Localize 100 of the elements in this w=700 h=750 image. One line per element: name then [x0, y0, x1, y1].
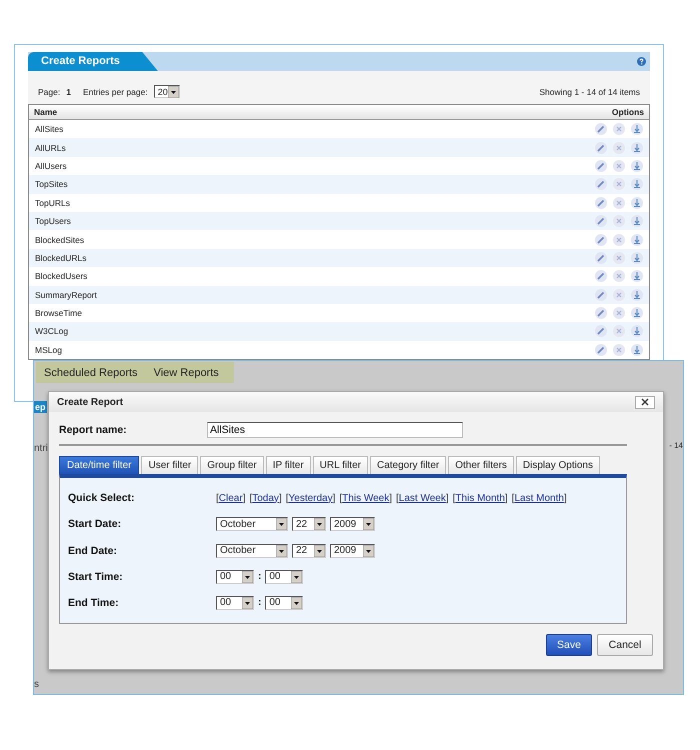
report-name[interactable]: AllURLs: [35, 142, 66, 153]
delete-icon[interactable]: [613, 160, 625, 172]
download-icon[interactable]: [631, 142, 643, 154]
delete-icon[interactable]: [613, 307, 625, 320]
help-icon[interactable]: [637, 57, 646, 66]
report-name[interactable]: TopSites: [35, 179, 68, 190]
close-icon[interactable]: [641, 398, 649, 406]
dropdown-arrow-icon[interactable]: [168, 86, 179, 98]
edit-icon[interactable]: [595, 178, 607, 190]
filter-tab[interactable]: User filter: [141, 456, 198, 474]
report-name[interactable]: TopUsers: [35, 216, 71, 226]
report-name[interactable]: SummaryReport: [35, 290, 97, 300]
filter-tab[interactable]: Display Options: [516, 456, 600, 474]
dropdown-arrow-icon[interactable]: [276, 544, 287, 556]
download-icon[interactable]: [631, 215, 643, 228]
quick-select-link[interactable]: [Yesterday]: [286, 492, 336, 504]
delete-icon[interactable]: [613, 234, 625, 246]
report-name-field[interactable]: AllSites: [207, 422, 463, 438]
dropdown-arrow-icon[interactable]: [242, 596, 253, 609]
delete-icon[interactable]: [613, 270, 625, 282]
edit-icon[interactable]: [595, 270, 607, 282]
download-icon[interactable]: [631, 307, 643, 320]
filter-tab[interactable]: Other filters: [448, 456, 514, 474]
download-icon[interactable]: [631, 288, 643, 301]
nav-tab[interactable]: Scheduled Reports: [36, 366, 146, 378]
report-name[interactable]: W3CLog: [35, 326, 68, 336]
filter-tab[interactable]: URL filter: [312, 456, 368, 474]
report-name[interactable]: AllUsers: [35, 160, 67, 171]
delete-icon[interactable]: [613, 344, 625, 356]
edit-icon[interactable]: [595, 142, 607, 154]
quick-select-link[interactable]: [This Month]: [452, 492, 508, 504]
date-select[interactable]: 2009: [330, 544, 375, 558]
download-icon[interactable]: [631, 196, 643, 209]
dropdown-arrow-icon[interactable]: [363, 518, 374, 530]
dropdown-arrow-icon[interactable]: [291, 596, 302, 609]
entries-select[interactable]: 20: [154, 85, 180, 98]
delete-icon[interactable]: [613, 178, 625, 190]
dropdown-arrow-icon[interactable]: [291, 570, 302, 583]
time-select[interactable]: 00: [216, 596, 254, 610]
download-icon[interactable]: [631, 123, 643, 136]
delete-icon[interactable]: [613, 123, 625, 136]
quick-select-link[interactable]: [Last Month]: [512, 492, 567, 504]
dropdown-arrow-icon[interactable]: [314, 544, 325, 556]
close-button[interactable]: [635, 396, 655, 408]
edit-icon[interactable]: [595, 325, 607, 338]
nav-tab[interactable]: View Reports: [146, 366, 227, 378]
time-select[interactable]: 00: [265, 596, 304, 610]
date-select[interactable]: October: [216, 544, 288, 558]
filter-tab[interactable]: Date/time filter: [59, 456, 140, 474]
download-icon[interactable]: [631, 252, 643, 264]
delete-icon[interactable]: [613, 196, 625, 209]
text-fragment: - 14: [669, 441, 683, 450]
report-name[interactable]: BrowseTime: [35, 308, 82, 318]
dropdown-arrow-icon[interactable]: [276, 518, 287, 530]
download-icon[interactable]: [631, 325, 643, 338]
edit-icon[interactable]: [595, 288, 607, 301]
time-separator: :: [258, 571, 262, 582]
report-name[interactable]: BlockedSites: [35, 234, 84, 245]
delete-icon[interactable]: [613, 142, 625, 154]
dropdown-arrow-icon[interactable]: [242, 570, 253, 583]
time-select[interactable]: 00: [216, 570, 254, 584]
download-icon[interactable]: [631, 160, 643, 172]
filter-tab[interactable]: Category filter: [370, 456, 446, 474]
dialog-button[interactable]: Cancel: [597, 634, 653, 656]
report-name[interactable]: TopURLs: [35, 198, 70, 208]
download-icon[interactable]: [631, 178, 643, 190]
report-name[interactable]: MSLog: [35, 344, 62, 355]
quick-select-link[interactable]: [Clear]: [216, 492, 246, 504]
delete-icon[interactable]: [613, 252, 625, 264]
edit-icon[interactable]: [595, 307, 607, 320]
date-select[interactable]: 22: [292, 544, 326, 558]
delete-icon[interactable]: [613, 215, 625, 228]
edit-icon[interactable]: [595, 123, 607, 136]
filter-tab[interactable]: IP filter: [266, 456, 311, 474]
dialog-button[interactable]: Save: [546, 634, 592, 656]
edit-icon[interactable]: [595, 215, 607, 228]
report-name[interactable]: BlockedUsers: [35, 271, 88, 282]
report-name[interactable]: BlockedURLs: [35, 252, 86, 263]
quick-select-link[interactable]: [This Week]: [339, 492, 392, 504]
delete-icon[interactable]: [613, 288, 625, 301]
quick-select-link[interactable]: [Today]: [249, 492, 282, 504]
edit-icon[interactable]: [595, 234, 607, 246]
date-select[interactable]: 22: [292, 517, 326, 532]
delete-icon[interactable]: [613, 325, 625, 338]
quick-select-link[interactable]: [Last Week]: [396, 492, 449, 504]
dropdown-arrow-icon[interactable]: [363, 544, 374, 556]
edit-icon[interactable]: [595, 160, 607, 172]
edit-icon[interactable]: [595, 252, 607, 264]
filter-tab[interactable]: Group filter: [200, 456, 264, 474]
dropdown-arrow-icon[interactable]: [314, 518, 325, 530]
date-select[interactable]: 2009: [330, 517, 375, 532]
report-name[interactable]: AllSites: [35, 124, 64, 134]
download-icon[interactable]: [631, 270, 643, 282]
download-icon[interactable]: [631, 234, 643, 246]
edit-icon[interactable]: [595, 196, 607, 209]
date-select[interactable]: October: [216, 517, 288, 532]
time-select[interactable]: 00: [265, 570, 304, 584]
edit-icon[interactable]: [595, 344, 607, 356]
quick-select-label: Quick Select:: [68, 492, 136, 504]
download-icon[interactable]: [631, 344, 643, 356]
